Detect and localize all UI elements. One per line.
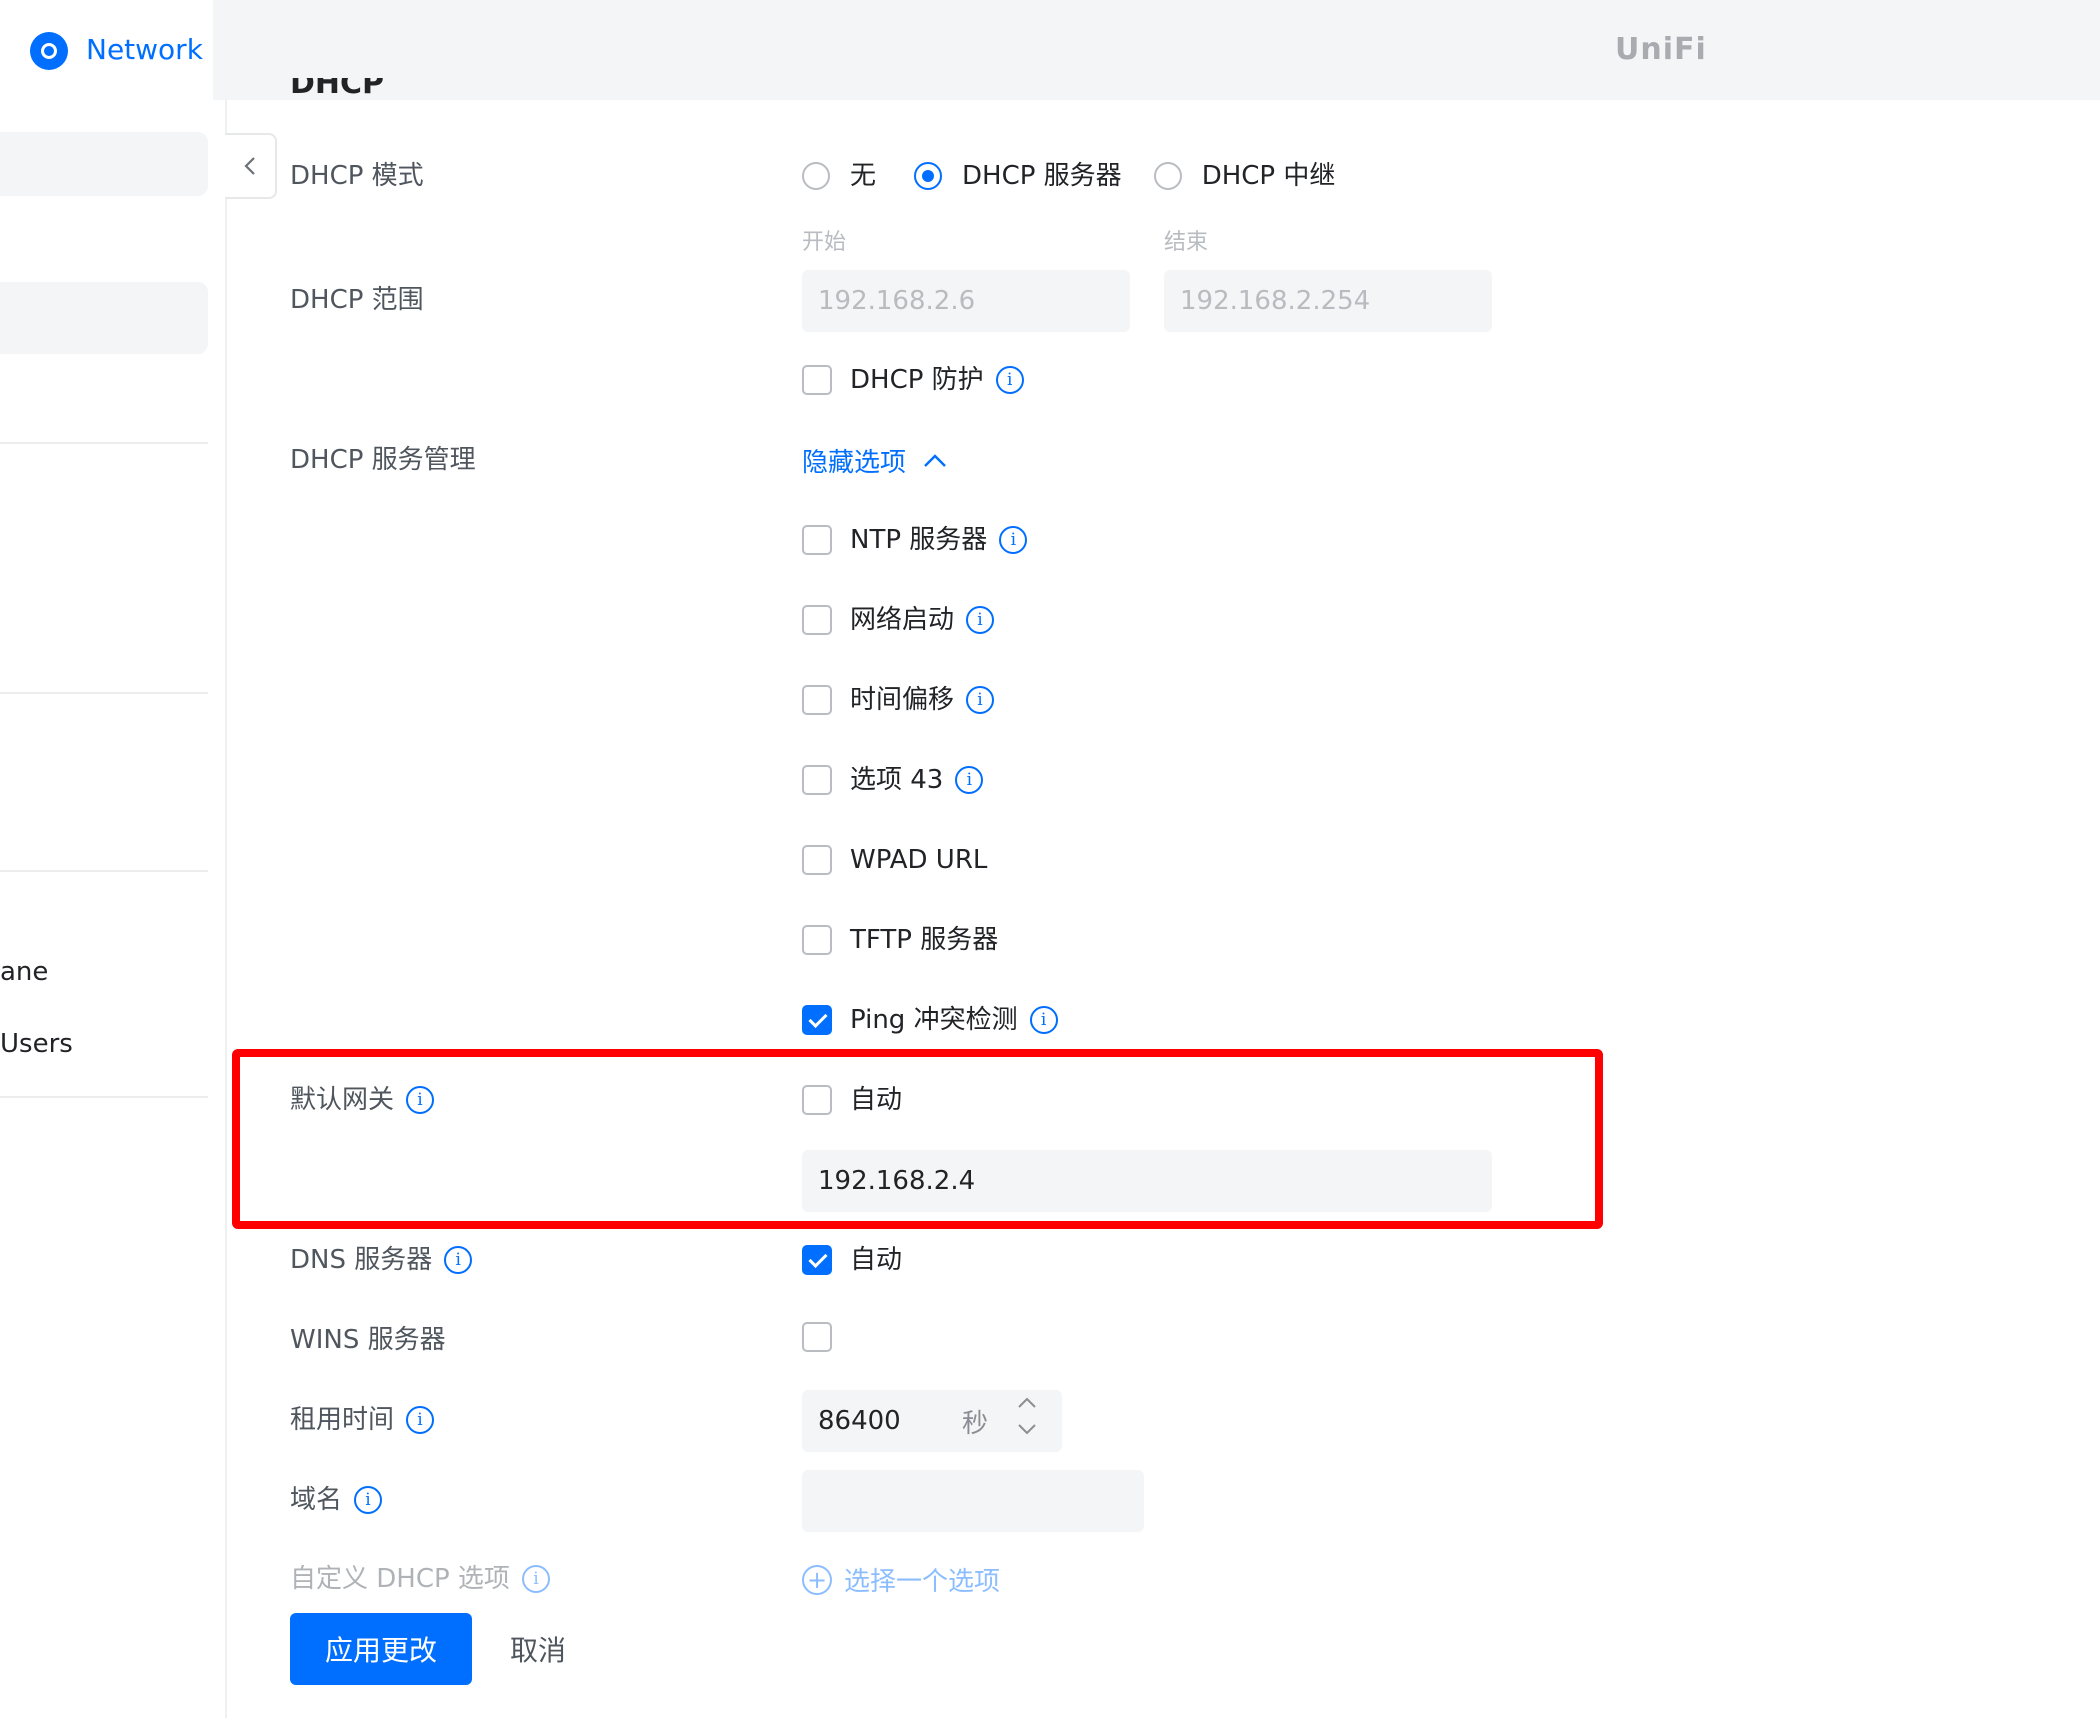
info-icon[interactable]: i <box>354 1486 383 1514</box>
plus-circle-icon: + <box>802 1564 832 1595</box>
info-icon[interactable]: i <box>999 526 1028 554</box>
lease-time-value: 86400 <box>818 1406 901 1436</box>
collapse-sidebar-button[interactable] <box>225 133 277 199</box>
app-name: Network <box>86 33 203 66</box>
dns-server-label-row: DNS 服务器 i <box>290 1242 473 1278</box>
info-icon[interactable]: i <box>521 1565 550 1593</box>
tftp-server-label[interactable]: TFTP 服务器 <box>850 922 998 958</box>
info-icon[interactable]: i <box>966 606 995 634</box>
range-start-input[interactable]: 192.168.2.6 <box>802 270 1130 332</box>
ping-conflict-label[interactable]: Ping 冲突检测 <box>850 1002 1018 1038</box>
lease-time-stepper[interactable] <box>1016 1396 1038 1436</box>
radio-dhcp-relay[interactable] <box>1153 162 1182 190</box>
wins-row <box>802 1322 850 1352</box>
dhcp-service-mgmt-label: DHCP 服务管理 <box>290 445 476 475</box>
info-icon[interactable]: i <box>1029 1006 1058 1034</box>
apply-changes-button[interactable]: 应用更改 <box>290 1613 472 1685</box>
ping-conflict-checkbox[interactable] <box>802 1005 832 1035</box>
option-43-row: 选项 43 i <box>802 762 984 798</box>
sidebar-item-users[interactable]: Users <box>0 1026 73 1062</box>
radio-dhcp-relay-label[interactable]: DHCP 中继 <box>1202 158 1336 194</box>
radio-dhcp-server[interactable] <box>914 162 943 190</box>
chevron-left-icon <box>244 157 255 175</box>
option-43-label[interactable]: 选项 43 <box>850 762 943 798</box>
custom-dhcp-label: 自定义 DHCP 选项 <box>290 1564 510 1594</box>
sidebar-item-ane[interactable]: ane <box>0 954 48 990</box>
option-43-checkbox[interactable] <box>802 765 832 795</box>
option-network-boot-row: 网络启动 i <box>802 602 995 638</box>
dhcp-guard-label[interactable]: DHCP 防护 <box>850 362 984 398</box>
info-icon[interactable]: i <box>955 766 984 794</box>
dns-auto-row: 自动 <box>802 1242 902 1278</box>
highlight-annotation <box>232 1049 1603 1229</box>
chevron-up-icon <box>924 453 946 467</box>
hide-options-label: 隐藏选项 <box>802 448 907 478</box>
network-boot-label[interactable]: 网络启动 <box>850 602 954 638</box>
info-icon[interactable]: i <box>995 366 1024 394</box>
option-tftp-row: TFTP 服务器 <box>802 922 998 958</box>
domain-name-label: 域名 <box>290 1485 343 1515</box>
sidebar-divider <box>0 870 208 872</box>
time-offset-checkbox[interactable] <box>802 685 832 715</box>
dhcp-guard-row: DHCP 防护 i <box>802 362 1024 398</box>
domain-name-input[interactable] <box>802 1470 1144 1532</box>
chevron-down-icon[interactable] <box>1016 1422 1038 1436</box>
lease-time-label: 租用时间 <box>290 1405 395 1435</box>
chevron-up-icon[interactable] <box>1016 1396 1038 1410</box>
ntp-server-checkbox[interactable] <box>802 525 832 555</box>
section-title: DHCP <box>290 78 385 100</box>
dhcp-guard-checkbox[interactable] <box>802 365 832 395</box>
option-wpad-row: WPAD URL <box>802 842 987 878</box>
option-ntp-row: NTP 服务器 i <box>802 522 1028 558</box>
sidebar: ane Users <box>0 100 227 1718</box>
wpad-url-label[interactable]: WPAD URL <box>850 842 987 878</box>
option-time-offset-row: 时间偏移 i <box>802 682 995 718</box>
dhcp-range-label: DHCP 范围 <box>290 285 424 315</box>
tftp-server-checkbox[interactable] <box>802 925 832 955</box>
info-icon[interactable]: i <box>444 1246 473 1274</box>
info-icon[interactable]: i <box>406 1406 435 1434</box>
range-end-label: 结束 <box>1164 230 1209 255</box>
wins-server-checkbox[interactable] <box>802 1322 832 1352</box>
lease-time-unit: 秒 <box>962 1408 989 1439</box>
wins-server-label: WINS 服务器 <box>290 1325 446 1355</box>
info-icon[interactable]: i <box>966 686 995 714</box>
dhcp-mode-radio-group: 无 DHCP 服务器 DHCP 中继 <box>802 158 1335 194</box>
range-start-label: 开始 <box>802 230 847 255</box>
dhcp-mode-label: DHCP 模式 <box>290 161 424 191</box>
sidebar-item-placeholder-1[interactable] <box>0 132 208 196</box>
radio-dhcp-server-label[interactable]: DHCP 服务器 <box>962 158 1122 194</box>
custom-dhcp-label-row: 自定义 DHCP 选项 i <box>290 1561 550 1597</box>
hide-options-toggle[interactable]: 隐藏选项 <box>802 442 948 479</box>
cancel-button[interactable]: 取消 <box>510 1613 566 1685</box>
dns-server-label: DNS 服务器 <box>290 1245 433 1275</box>
wpad-url-checkbox[interactable] <box>802 845 832 875</box>
radio-none-label[interactable]: 无 <box>850 158 876 194</box>
domain-name-label-row: 域名 i <box>290 1482 383 1518</box>
network-app-icon <box>30 32 68 70</box>
option-ping-conflict-row: Ping 冲突检测 i <box>802 1002 1058 1038</box>
network-boot-checkbox[interactable] <box>802 605 832 635</box>
sidebar-divider <box>0 1096 208 1098</box>
sidebar-divider <box>0 692 208 694</box>
add-dhcp-option-button[interactable]: + 选择一个选项 <box>802 1561 1000 1598</box>
ntp-server-label[interactable]: NTP 服务器 <box>850 522 987 558</box>
time-offset-label[interactable]: 时间偏移 <box>850 682 954 718</box>
dns-auto-label[interactable]: 自动 <box>850 1242 902 1278</box>
sidebar-divider <box>0 442 208 444</box>
add-dhcp-option-label: 选择一个选项 <box>844 1567 1001 1597</box>
range-end-input[interactable]: 192.168.2.254 <box>1164 270 1492 332</box>
lease-time-label-row: 租用时间 i <box>290 1402 435 1438</box>
sidebar-item-placeholder-2[interactable] <box>0 282 208 354</box>
app-switcher[interactable]: Network <box>0 0 213 100</box>
unifi-logo: UniFi <box>1615 32 1707 67</box>
dns-auto-checkbox[interactable] <box>802 1245 832 1275</box>
radio-none[interactable] <box>802 162 830 190</box>
